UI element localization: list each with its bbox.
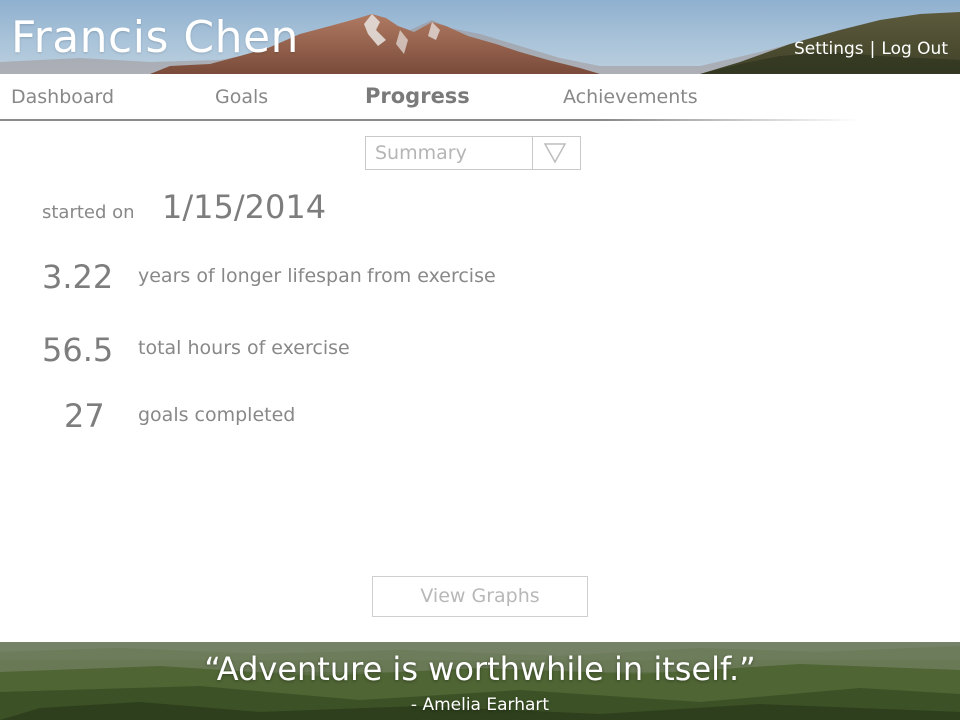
exercise-hours-value: 56.5 xyxy=(42,331,114,369)
view-select[interactable]: Summary xyxy=(365,136,581,170)
account-links: Settings | Log Out xyxy=(794,38,948,60)
link-separator: | xyxy=(869,39,876,59)
settings-link[interactable]: Settings xyxy=(794,39,864,59)
tab-goals[interactable]: Goals xyxy=(215,86,268,108)
quote-author: - Amelia Earhart xyxy=(410,695,550,715)
footer-quote: “Adventure is worthwhile in itself.” xyxy=(204,650,756,688)
started-label: started on xyxy=(42,202,135,223)
footer-banner: “Adventure is worthwhile in itself.” - A… xyxy=(0,642,960,720)
goals-completed-value: 27 xyxy=(64,397,105,435)
nav-divider xyxy=(0,119,860,121)
view-select-value: Summary xyxy=(375,142,467,164)
user-name: Francis Chen xyxy=(11,12,299,63)
tab-dashboard[interactable]: Dashboard xyxy=(11,86,114,108)
lifespan-label-extra: from exercise xyxy=(367,265,496,287)
lifespan-label: years of longer lifespan xyxy=(138,265,362,287)
goals-completed-label: goals completed xyxy=(138,404,296,426)
dropdown-divider xyxy=(532,137,533,169)
tab-achievements[interactable]: Achievements xyxy=(563,86,698,108)
triangle-down-icon[interactable] xyxy=(543,142,567,168)
exercise-hours-label: total hours of exercise xyxy=(138,337,350,359)
logout-link[interactable]: Log Out xyxy=(881,39,948,59)
header-banner: Francis Chen Settings | Log Out xyxy=(0,0,960,74)
tab-progress[interactable]: Progress xyxy=(365,84,470,108)
lifespan-value: 3.22 xyxy=(42,258,114,296)
main-nav: Dashboard Goals Progress Achievements xyxy=(0,74,960,122)
started-date: 1/15/2014 xyxy=(162,188,327,226)
view-graphs-button[interactable]: View Graphs xyxy=(372,576,588,617)
